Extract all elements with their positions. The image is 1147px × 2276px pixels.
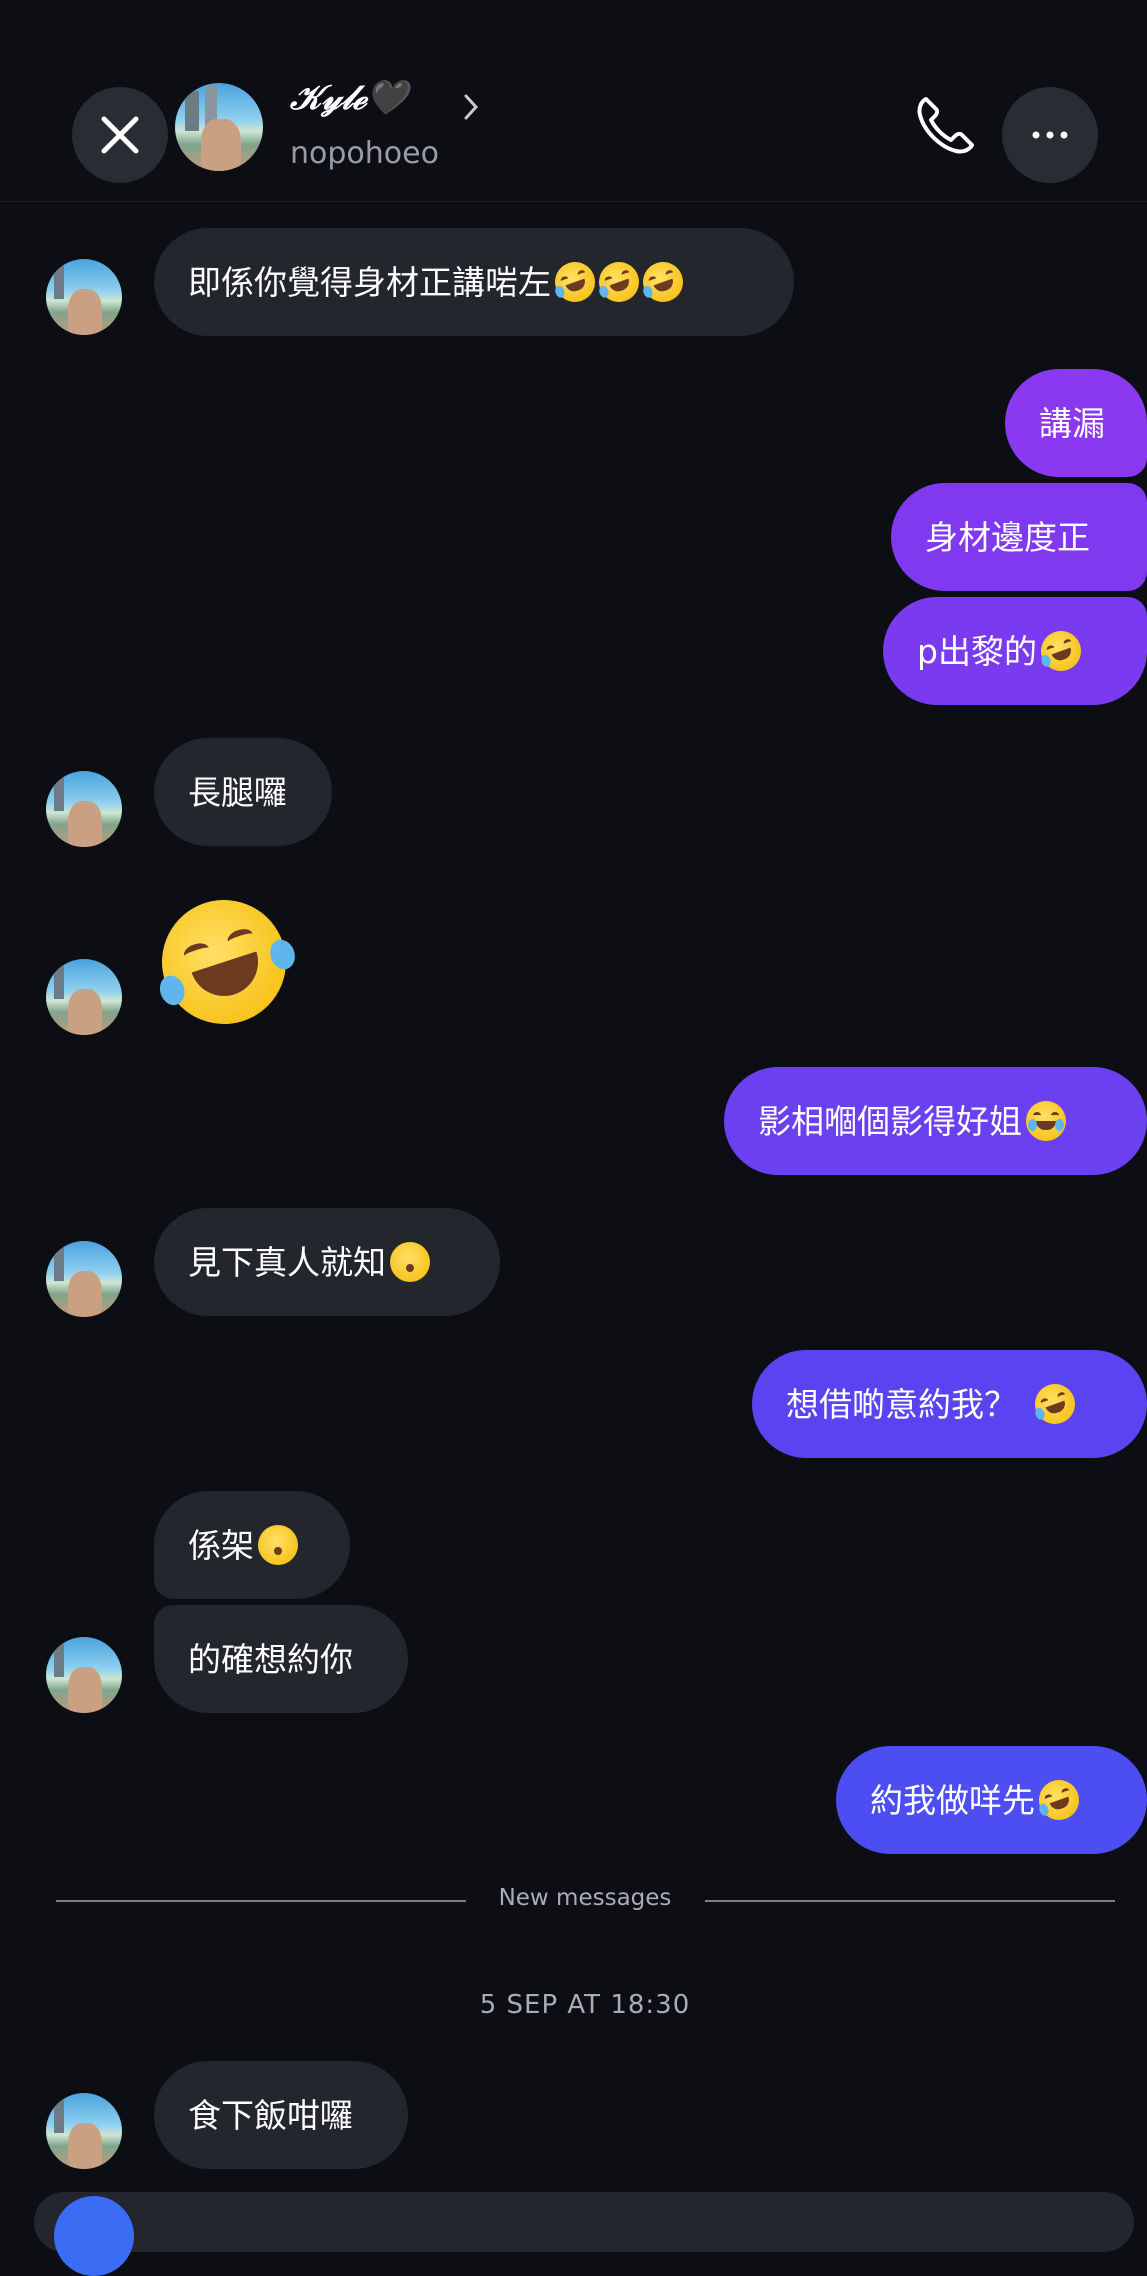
message-text: 身材邊度正: [925, 517, 1090, 557]
message-bubble-incoming[interactable]: 食下飯咁囉: [154, 2061, 408, 2169]
message-bubble-outgoing[interactable]: 想借啲意約我？: [752, 1350, 1147, 1458]
kissing-emoji: [390, 1242, 430, 1282]
message-composer[interactable]: [34, 2192, 1134, 2276]
contact-username: nopohoeo: [290, 136, 439, 171]
new-messages-label: New messages: [498, 1885, 672, 1911]
more-button[interactable]: [1002, 87, 1098, 183]
sender-avatar[interactable]: [46, 1241, 122, 1317]
phone-icon[interactable]: [912, 93, 978, 159]
message-bubble-outgoing[interactable]: 身材邊度正: [891, 483, 1147, 591]
message-bubble-outgoing[interactable]: p出黎的: [883, 597, 1147, 705]
header-divider: [0, 201, 1147, 202]
sender-avatar[interactable]: [46, 959, 122, 1035]
rofl-large-emoji[interactable]: [145, 883, 303, 1041]
sender-avatar[interactable]: [46, 1637, 122, 1713]
joy-cat-emoji: [1026, 1101, 1066, 1141]
close-icon: [101, 116, 139, 154]
message-text: 見下真人就知: [188, 1242, 386, 1282]
camera-button[interactable]: [54, 2196, 134, 2276]
kissing-emoji: [258, 1525, 298, 1565]
rofl-emoji: [593, 256, 645, 308]
message-text: 想借啲意約我？: [786, 1384, 1017, 1424]
new-messages-divider-line: [705, 1900, 1115, 1902]
message-text: 即係你覺得身材正講啱左: [188, 262, 551, 302]
message-bubble-outgoing[interactable]: 講漏: [1005, 369, 1147, 477]
message-bubble-incoming[interactable]: 係架: [154, 1491, 350, 1599]
sender-avatar[interactable]: [46, 259, 122, 335]
rofl-emoji: [637, 256, 689, 308]
rofl-emoji: [1035, 625, 1087, 677]
message-bubble-incoming[interactable]: 見下真人就知: [154, 1208, 500, 1316]
message-text: 係架: [188, 1525, 254, 1565]
message-bubble-incoming[interactable]: 即係你覺得身材正講啱左: [154, 228, 794, 336]
sender-avatar[interactable]: [46, 2093, 122, 2169]
contact-name[interactable]: 𝒦𝓎𝓁ℯ🖤: [290, 78, 408, 118]
message-text: 約我做咩先: [870, 1780, 1035, 1820]
close-button[interactable]: [72, 87, 168, 183]
rofl-emoji: [549, 256, 601, 308]
message-timestamp: 5 SEP AT 18:30: [479, 1990, 691, 2020]
sender-avatar[interactable]: [46, 771, 122, 847]
rofl-emoji: [1029, 1378, 1081, 1430]
message-text: p出黎的: [917, 631, 1037, 671]
new-messages-divider-line: [56, 1900, 466, 1902]
message-bubble-incoming[interactable]: 長腿囉: [154, 738, 332, 846]
rofl-emoji: [1033, 1774, 1085, 1826]
message-bubble-incoming[interactable]: 的確想約你: [154, 1605, 408, 1713]
chat-header: 𝒦𝓎𝓁ℯ🖤 nopohoeo: [0, 0, 1147, 202]
message-bubble-outgoing[interactable]: 約我做咩先: [836, 1746, 1147, 1854]
more-icon: [1032, 131, 1068, 139]
message-text: 長腿囉: [188, 772, 287, 812]
chevron-right-icon[interactable]: [461, 92, 481, 122]
message-text: 食下飯咁囉: [188, 2095, 353, 2135]
message-text: 影相嗰個影得好姐: [758, 1101, 1022, 1141]
message-text: 講漏: [1039, 403, 1105, 443]
contact-avatar[interactable]: [175, 83, 263, 171]
message-bubble-outgoing[interactable]: 影相嗰個影得好姐: [724, 1067, 1147, 1175]
message-text: 的確想約你: [188, 1639, 353, 1679]
